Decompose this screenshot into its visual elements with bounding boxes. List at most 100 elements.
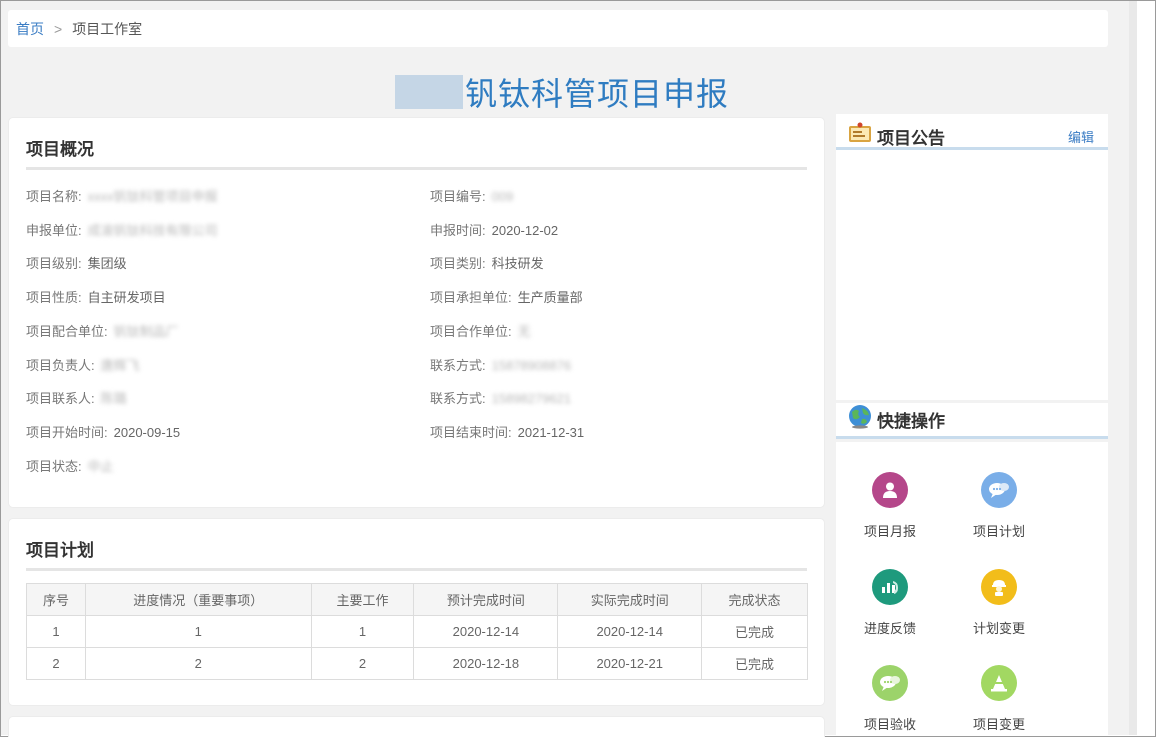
notice-body bbox=[836, 150, 1108, 400]
info-value: 2021-12-31 bbox=[517, 424, 585, 440]
col-header-progress: 进度情况（重要事项） bbox=[84, 583, 312, 616]
info-value: 2020-09-15 bbox=[113, 424, 181, 440]
info-field: 项目结束时间: 2021-12-31 bbox=[430, 424, 584, 442]
cell-main-work: 2 bbox=[310, 647, 415, 680]
quick-actions-header: 快捷操作 bbox=[836, 403, 1108, 439]
info-field: 项目配合单位: 钒钛制品厂 bbox=[26, 323, 179, 341]
cell-index: 2 bbox=[26, 647, 86, 680]
quick-action-label: 进度反馈 bbox=[863, 621, 916, 636]
cell-actual-date: 2020-12-21 bbox=[557, 647, 703, 680]
cell-progress: 1 bbox=[84, 615, 312, 648]
info-label: 项目性质: bbox=[26, 290, 82, 306]
info-label: 项目类别: bbox=[430, 256, 486, 272]
plan-table-header-row: 序号 进度情况（重要事项） 主要工作 预计完成时间 实际完成时间 完成状态 bbox=[26, 583, 808, 616]
info-field: 项目合作单位: 无 bbox=[430, 323, 531, 341]
col-header-index: 序号 bbox=[26, 583, 86, 616]
quick-actions-body: 项目月报 项目计划 进度反馈 计划变更 项目验收 项目变更 bbox=[836, 442, 1108, 735]
chat-bubble-icon bbox=[981, 472, 1017, 508]
col-header-planned-date: 预计完成时间 bbox=[413, 583, 559, 616]
info-label: 联系方式: bbox=[430, 357, 486, 373]
quick-action-monthly-report[interactable]: 项目月报 bbox=[850, 472, 930, 540]
worker-icon bbox=[981, 569, 1017, 605]
quick-action-plan-change[interactable]: 计划变更 bbox=[959, 569, 1039, 637]
info-field: 联系方式: 15878908876 bbox=[430, 357, 571, 375]
plan-title: 项目计划 bbox=[26, 541, 94, 560]
overview-header: 项目概况 bbox=[26, 118, 807, 170]
overview-card: 项目概况 项目名称: xxxx钒钛科管项目申报申报单位: 成渝钒钛科技有限公司项目级… bbox=[8, 117, 825, 508]
info-value: 009 bbox=[491, 189, 514, 204]
info-value: 无 bbox=[517, 323, 531, 339]
globe-icon bbox=[849, 405, 871, 429]
info-field: 申报单位: 成渝钒钛科技有限公司 bbox=[26, 222, 218, 240]
col-header-actual-date: 实际完成时间 bbox=[557, 583, 703, 616]
breadcrumb-separator-icon: > bbox=[54, 20, 63, 37]
info-value: 陈璐 bbox=[100, 391, 127, 407]
plan-card: 项目计划 序号 进度情况（重要事项） 主要工作 预计完成时间 实际完成时间 完成… bbox=[8, 518, 825, 706]
info-label: 项目名称: bbox=[26, 189, 82, 204]
info-label: 申报时间: bbox=[430, 222, 486, 238]
quick-action-project-plan[interactable]: 项目计划 bbox=[959, 472, 1039, 540]
chart-hand-icon bbox=[872, 569, 908, 605]
info-field: 项目级别: 集团级 bbox=[26, 255, 127, 273]
info-label: 项目编号: bbox=[430, 189, 486, 204]
quick-action-label: 项目变更 bbox=[972, 717, 1025, 732]
info-field: 项目编号: 009 bbox=[430, 188, 513, 206]
info-value: 集团级 bbox=[87, 256, 127, 272]
overview-title: 项目概况 bbox=[26, 140, 94, 159]
notice-board-icon bbox=[849, 122, 871, 142]
next-section-card bbox=[8, 716, 825, 737]
notice-title: 项目公告 bbox=[877, 129, 945, 148]
info-field: 项目性质: 自主研发项目 bbox=[26, 289, 166, 307]
chat-bubble-icon bbox=[872, 665, 908, 701]
cell-planned-date: 2020-12-14 bbox=[413, 615, 559, 648]
quick-action-label: 项目验收 bbox=[863, 717, 916, 732]
info-value: xxxx钒钛科管项目申报 bbox=[87, 189, 218, 204]
info-field: 申报时间: 2020-12-02 bbox=[430, 222, 558, 240]
info-label: 项目配合单位: bbox=[26, 323, 108, 339]
cell-planned-date: 2020-12-18 bbox=[413, 647, 559, 680]
info-value: 成渝钒钛科技有限公司 bbox=[87, 222, 218, 238]
person-icon bbox=[872, 472, 908, 508]
info-field: 项目承担单位: 生产质量部 bbox=[430, 289, 583, 307]
quick-action-project-acceptance[interactable]: 项目验收 bbox=[850, 665, 930, 733]
quick-action-progress-feedback[interactable]: 进度反馈 bbox=[850, 569, 930, 637]
table-row[interactable]: 1 1 1 2020-12-14 2020-12-14 已完成 bbox=[26, 615, 808, 648]
info-field: 项目状态: 中止 bbox=[26, 458, 114, 476]
breadcrumb: 首页 > 项目工作室 bbox=[8, 10, 1108, 47]
info-label: 申报单位: bbox=[26, 222, 82, 238]
info-label: 项目合作单位: bbox=[430, 323, 512, 339]
info-label: 项目状态: bbox=[26, 458, 82, 474]
breadcrumb-current: 项目工作室 bbox=[72, 20, 143, 37]
info-field: 项目联系人: 陈璐 bbox=[26, 390, 127, 408]
info-field: 项目类别: 科技研发 bbox=[430, 255, 544, 273]
info-label: 联系方式: bbox=[430, 391, 486, 407]
breadcrumb-home-link[interactable]: 首页 bbox=[16, 19, 44, 39]
info-field: 项目负责人: 唐辉飞 bbox=[26, 357, 140, 375]
info-field: 项目名称: xxxx钒钛科管项目申报 bbox=[26, 188, 218, 206]
quick-action-project-change[interactable]: 项目变更 bbox=[959, 665, 1039, 733]
info-value: 15878908876 bbox=[491, 357, 572, 373]
cell-status: 已完成 bbox=[701, 615, 808, 648]
info-label: 项目级别: bbox=[26, 256, 82, 272]
notice-header: 项目公告 编辑 bbox=[836, 114, 1108, 150]
plan-table: 序号 进度情况（重要事项） 主要工作 预计完成时间 实际完成时间 完成状态 1 … bbox=[26, 583, 808, 680]
cell-status: 已完成 bbox=[701, 647, 808, 680]
cone-icon bbox=[981, 665, 1017, 701]
info-value: 15898279621 bbox=[491, 391, 572, 407]
info-label: 项目开始时间: bbox=[26, 424, 108, 440]
info-label: 项目承担单位: bbox=[430, 290, 512, 306]
info-value: 钒钛制品厂 bbox=[113, 323, 179, 339]
info-field: 联系方式: 15898279621 bbox=[430, 390, 571, 408]
notice-edit-link[interactable]: 编辑 bbox=[1068, 127, 1094, 146]
right-gutter bbox=[1137, 1, 1154, 735]
page-title: 钒钛科管项目申报 bbox=[395, 70, 729, 114]
scrollbar-track[interactable] bbox=[1129, 1, 1137, 735]
info-field: 项目开始时间: 2020-09-15 bbox=[26, 424, 180, 442]
table-row[interactable]: 2 2 2 2020-12-18 2020-12-21 已完成 bbox=[26, 647, 808, 680]
cell-progress: 2 bbox=[84, 647, 312, 680]
info-value: 生产质量部 bbox=[517, 290, 583, 306]
cell-main-work: 1 bbox=[310, 615, 415, 648]
col-header-main-work: 主要工作 bbox=[310, 583, 415, 616]
page-title-text: 钒钛科管项目申报 bbox=[465, 76, 730, 112]
info-label: 项目负责人: bbox=[26, 357, 95, 373]
